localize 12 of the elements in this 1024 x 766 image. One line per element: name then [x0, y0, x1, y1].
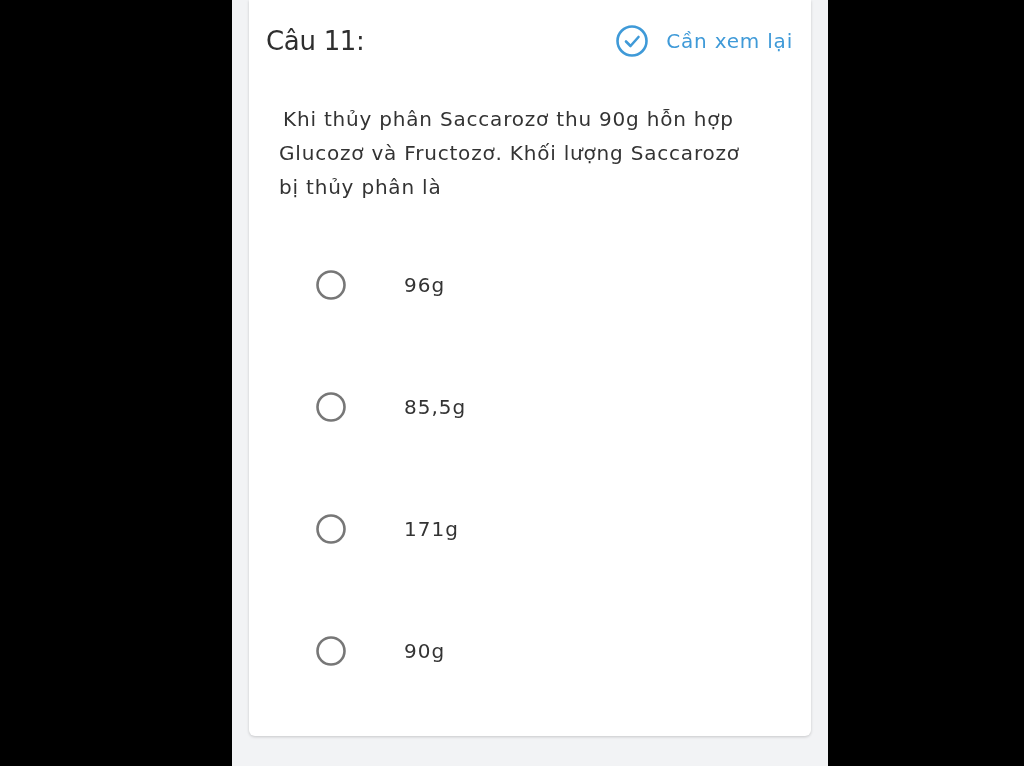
radio-button[interactable] — [316, 636, 346, 666]
review-later-button[interactable]: Cần xem lại — [616, 25, 793, 57]
answer-text: 171g — [404, 517, 459, 541]
check-circle-icon — [616, 25, 649, 57]
question-number: Câu 11: — [266, 26, 365, 56]
radio-button[interactable] — [316, 514, 346, 544]
radio-button[interactable] — [316, 392, 346, 422]
answer-text: 85,5g — [404, 395, 467, 419]
radio-button[interactable] — [316, 270, 346, 300]
question-text: Khi thủy phân Saccarozơ thu 90g hỗn hợp Glucozơ và Fructozơ. Khối lượng Saccarozơ bị thủy phân là — [279, 106, 741, 201]
answer-text: 96g — [404, 273, 446, 297]
answer-text: 90g — [404, 639, 446, 663]
